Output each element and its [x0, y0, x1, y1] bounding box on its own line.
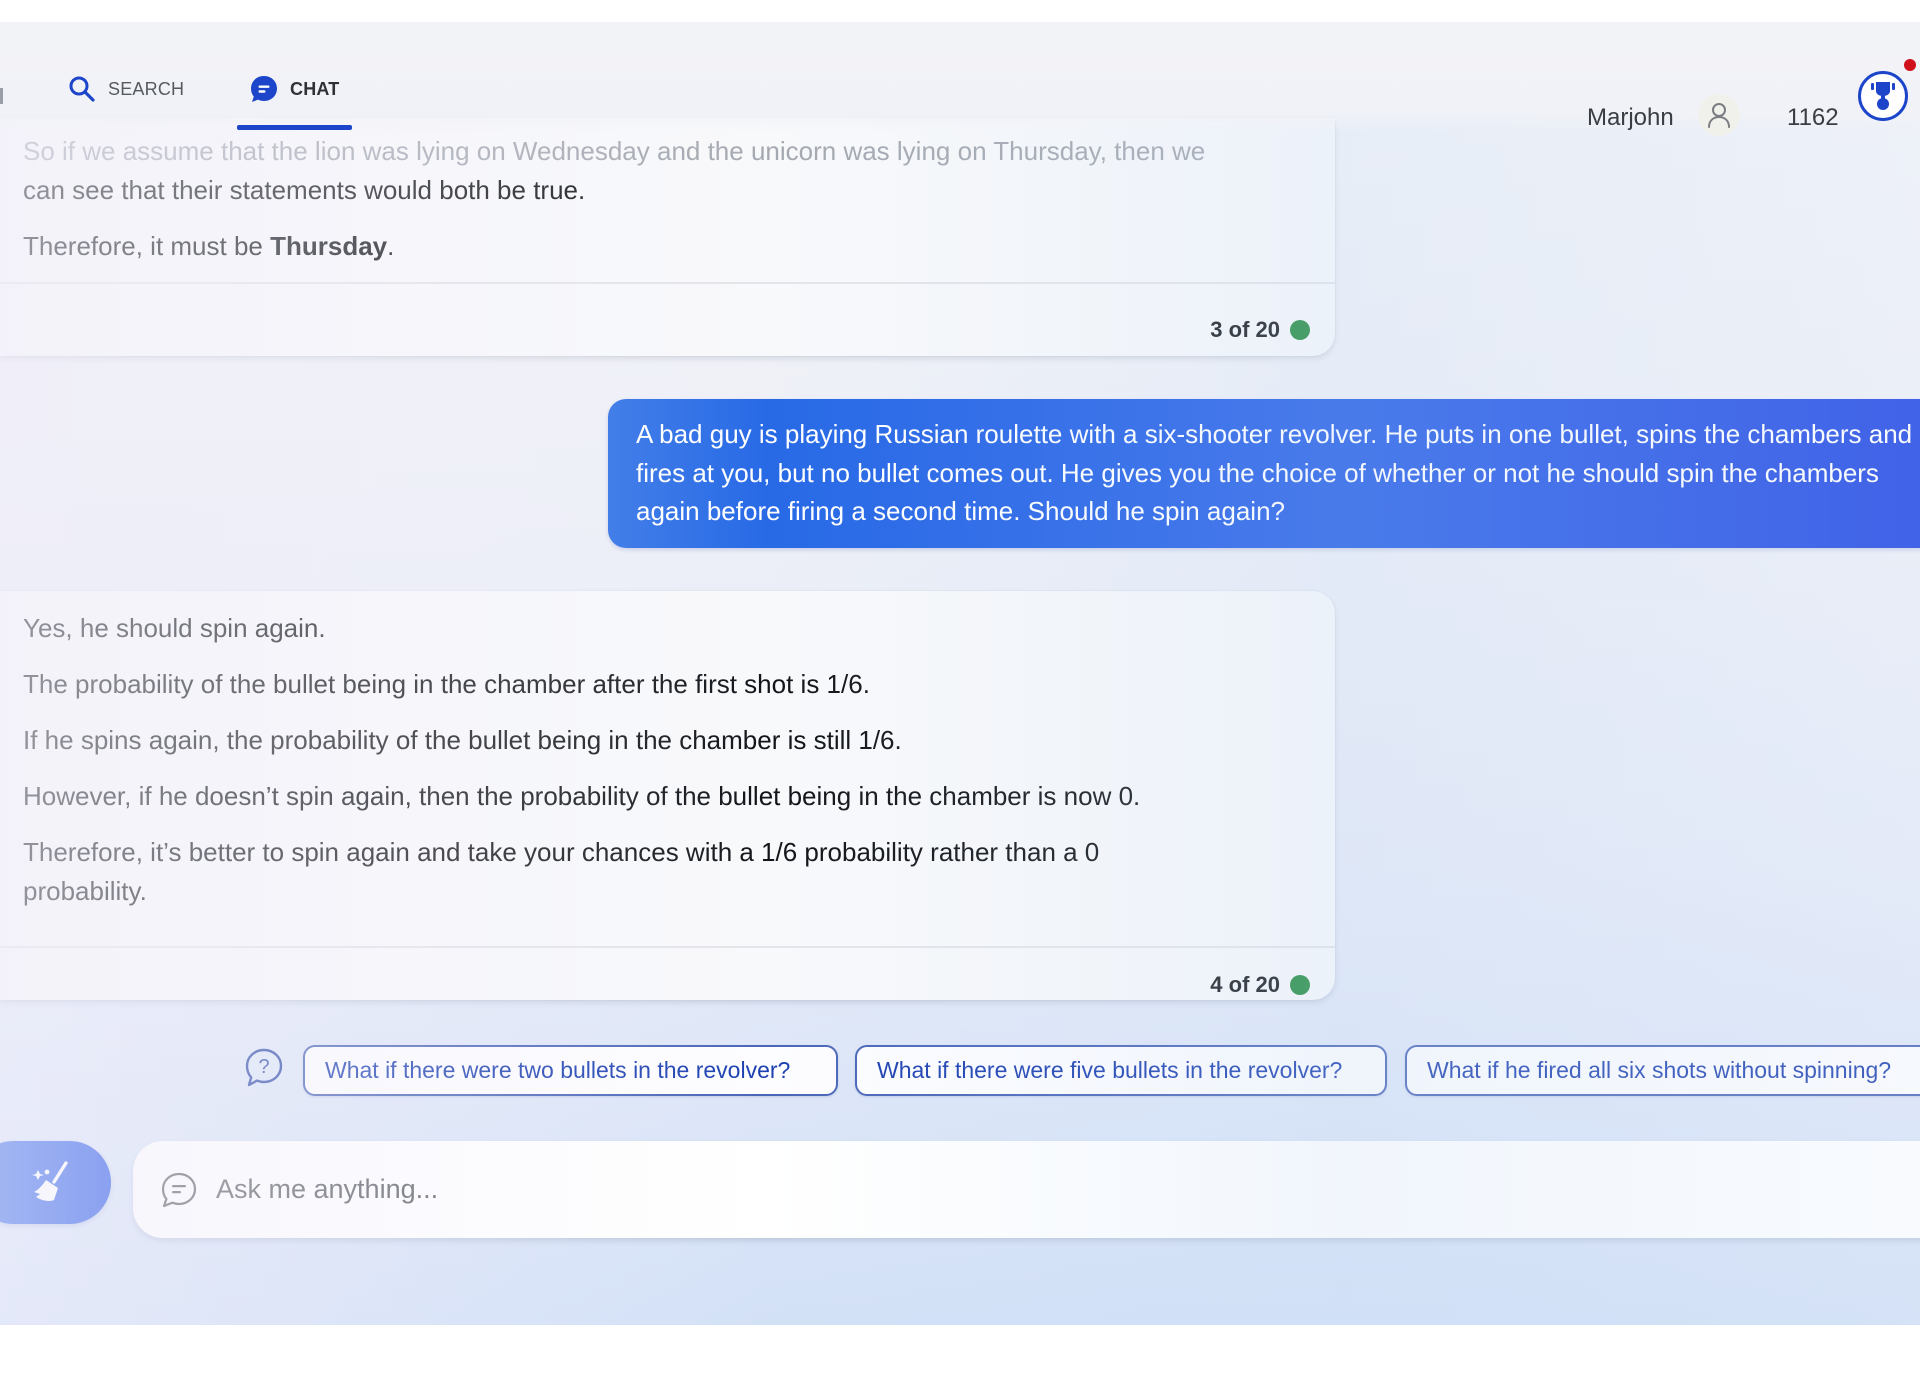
- tab-chat-label: CHAT: [290, 78, 340, 99]
- status-dot-icon: [1290, 975, 1310, 995]
- answer-paragraph: The probability of the bullet being in t…: [23, 669, 870, 699]
- chat-page: SEARCH CHAT Marjohn 1162 So if we assume…: [0, 22, 1920, 1325]
- faded-text-line: So if we assume that the lion was lying …: [23, 136, 1206, 166]
- rewards-button[interactable]: [1858, 71, 1908, 121]
- conclusion-bold: Thursday: [270, 231, 388, 261]
- chat-input[interactable]: [216, 1174, 1816, 1205]
- counter-text: 4 of 20: [1210, 972, 1280, 997]
- header: SEARCH CHAT Marjohn 1162: [0, 22, 1920, 136]
- svg-text:?: ?: [258, 1056, 269, 1078]
- suggestion-chip[interactable]: What if there were two bullets in the re…: [303, 1045, 838, 1096]
- tab-chat[interactable]: CHAT: [248, 68, 339, 110]
- answer-paragraph: If he spins again, the probability of th…: [23, 725, 902, 755]
- new-topic-button[interactable]: [0, 1141, 111, 1224]
- question-bubble-icon: ?: [245, 1048, 283, 1087]
- bot-message-previous: So if we assume that the lion was lying …: [0, 118, 1335, 356]
- chat-input-container: [133, 1141, 1920, 1238]
- conclusion-suffix: .: [387, 231, 395, 261]
- message-conclusion: Therefore, it must be Thursday.: [23, 227, 394, 265]
- tab-search-label: SEARCH: [108, 78, 185, 99]
- user-icon: [1708, 103, 1730, 128]
- message-counter: 3 of 20: [1210, 317, 1310, 343]
- divider: [0, 946, 1335, 948]
- divider: [0, 282, 1335, 284]
- status-dot-icon: [1290, 320, 1310, 340]
- suggestion-chip[interactable]: What if there were five bullets in the r…: [855, 1045, 1387, 1096]
- broom-icon: [31, 1160, 68, 1201]
- active-tab-indicator: [237, 125, 352, 130]
- bot-message: Yes, he should spin again. The probabili…: [0, 591, 1335, 1000]
- notification-badge: [1904, 59, 1916, 71]
- left-edge-mark: [0, 88, 3, 104]
- user-message-text: A bad guy is playing Russian roulette wi…: [636, 419, 1913, 526]
- chat-bubble-icon: [251, 76, 277, 102]
- answer-paragraph: However, if he doesn’t spin again, then …: [23, 781, 1141, 811]
- rewards-points: 1162: [1787, 104, 1839, 131]
- avatar[interactable]: [1698, 94, 1740, 136]
- answer-paragraph: Yes, he should spin again.: [23, 613, 326, 643]
- user-name[interactable]: Marjohn: [1587, 104, 1674, 132]
- user-message: A bad guy is playing Russian roulette wi…: [608, 399, 1920, 548]
- trophy-icon: [1871, 82, 1895, 110]
- suggestion-chip[interactable]: What if he fired all six shots without s…: [1405, 1045, 1920, 1096]
- search-icon: [69, 76, 95, 102]
- counter-text: 3 of 20: [1210, 317, 1280, 342]
- answer-paragraph: Therefore, it’s better to spin again and…: [23, 837, 1100, 906]
- chat-input-icon: [161, 1172, 197, 1207]
- message-text: can see that their statements would both…: [23, 175, 586, 205]
- message-counter: 4 of 20: [1210, 972, 1310, 998]
- tab-search[interactable]: SEARCH: [68, 68, 184, 110]
- conclusion-prefix: Therefore, it must be: [23, 231, 271, 261]
